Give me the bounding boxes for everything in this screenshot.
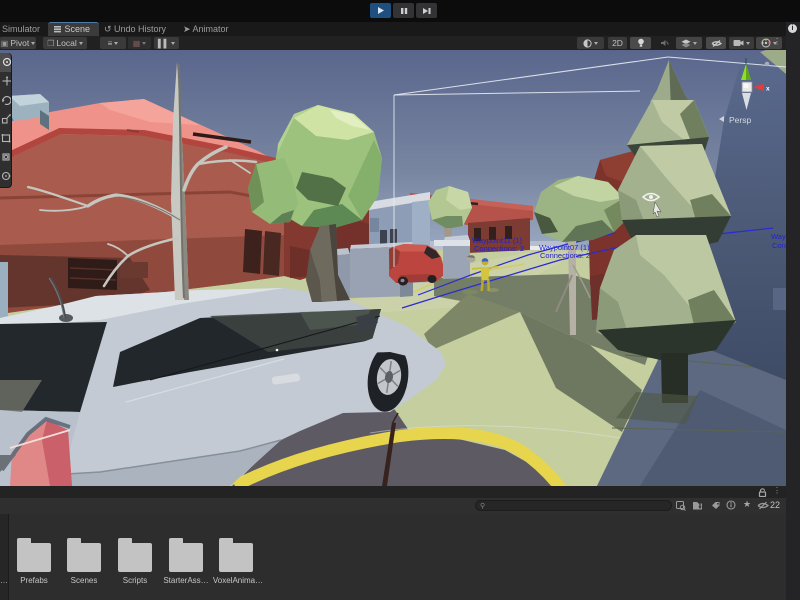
- svg-text:Connections: 2: Connections: 2: [540, 251, 590, 260]
- svg-text:Waypo: Waypo: [771, 232, 786, 241]
- svg-text:Connections: 2: Connections: 2: [474, 244, 524, 253]
- svg-text:Persp: Persp: [729, 115, 751, 125]
- svg-text:x: x: [766, 86, 770, 93]
- svg-text:Conn: Conn: [772, 241, 786, 250]
